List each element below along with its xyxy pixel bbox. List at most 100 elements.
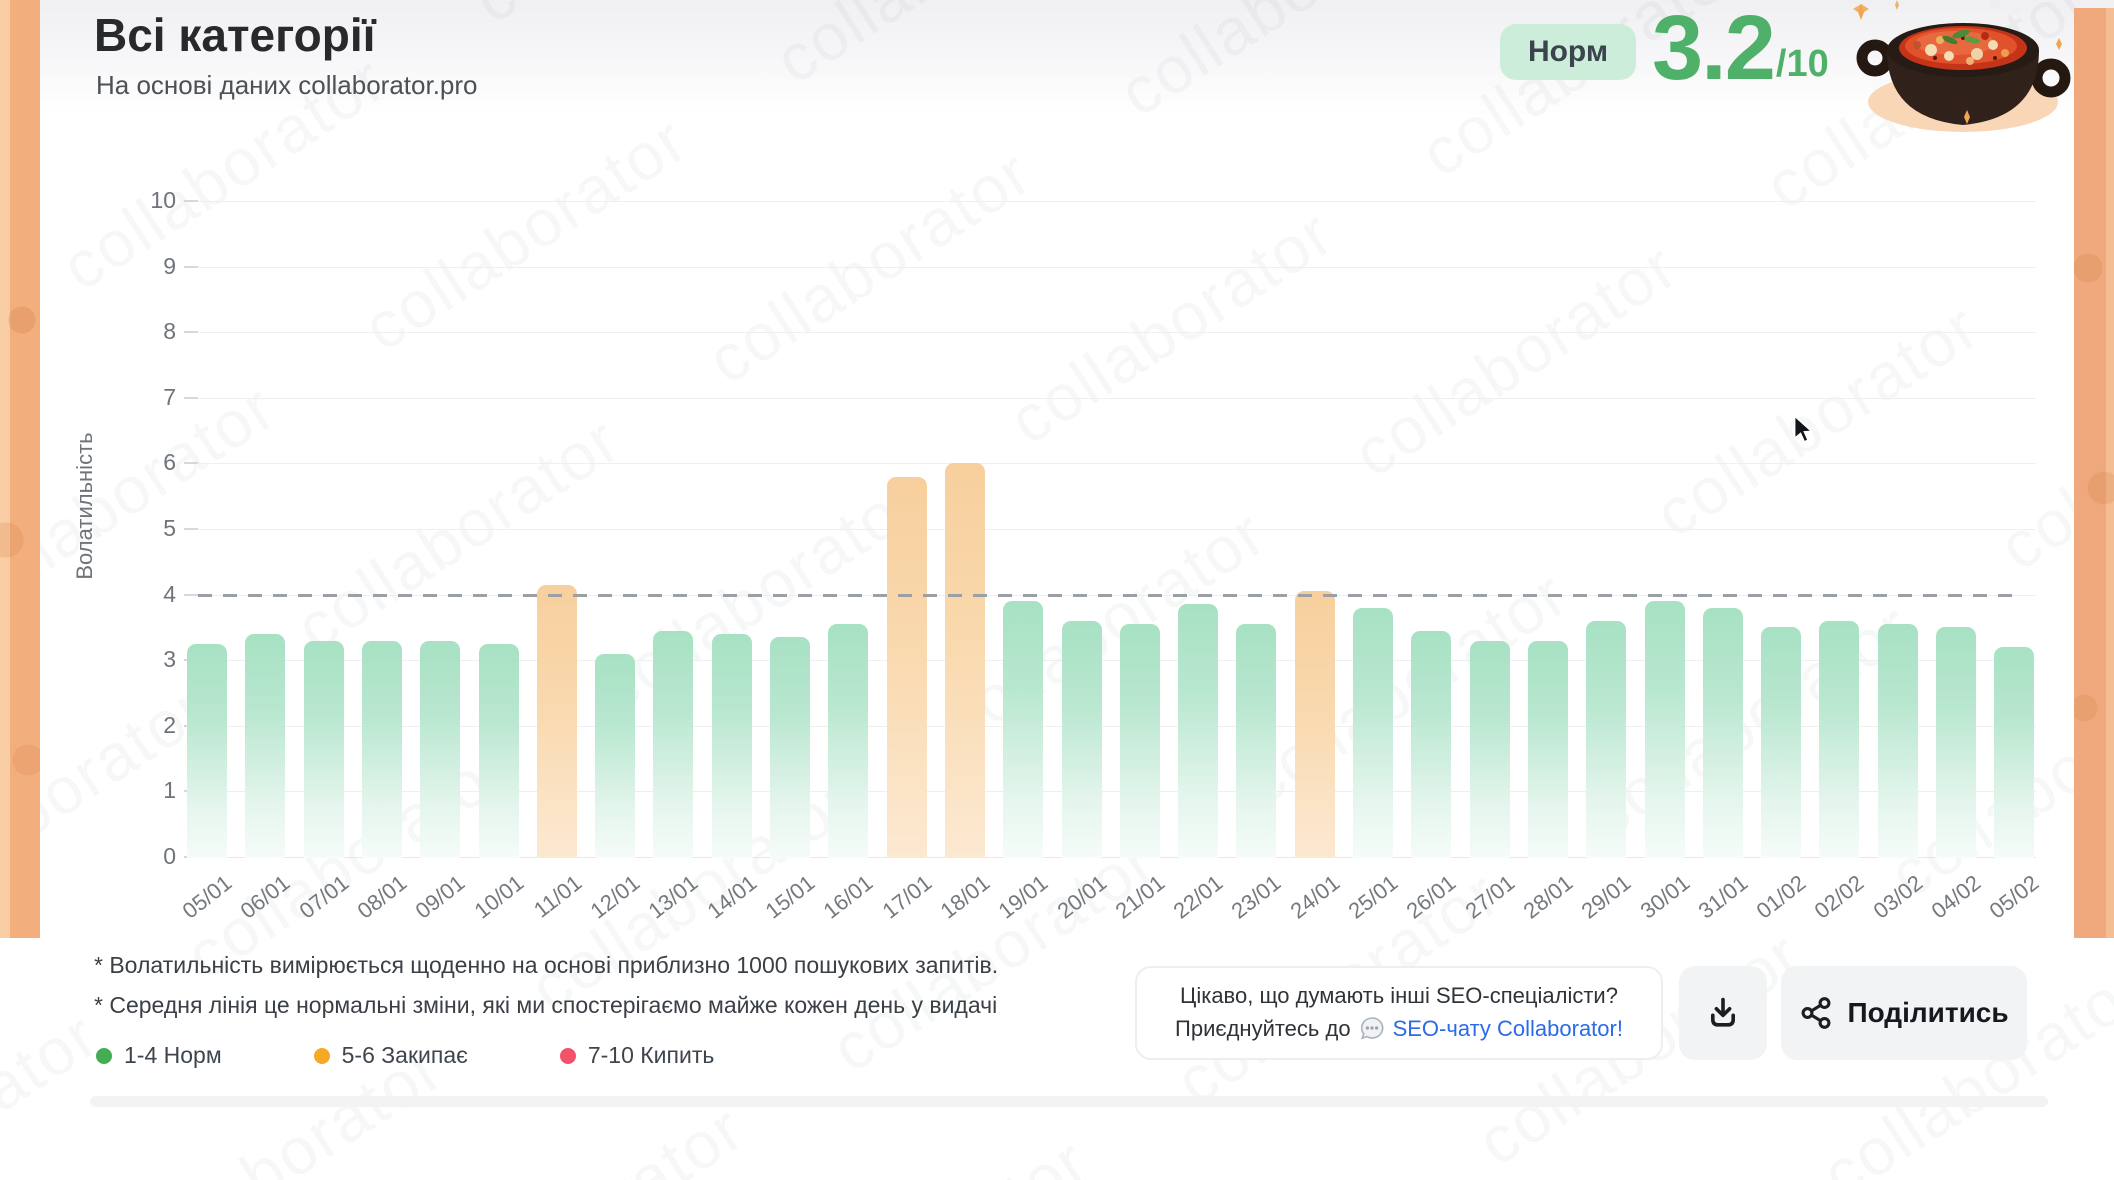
score-value: 3.2: [1652, 2, 1774, 94]
cta-line-2-prefix: Приєднуйтесь до: [1175, 1016, 1351, 1042]
bar-30/01[interactable]: [1645, 601, 1685, 858]
y-axis-label-4: 4: [114, 581, 176, 608]
x-axis-label-18/01: 18/01: [936, 870, 995, 924]
bar-04/02[interactable]: [1936, 627, 1976, 858]
bar-09/01[interactable]: [420, 641, 460, 858]
y-axis-label-7: 7: [114, 384, 176, 411]
chart-legend: 1-4 Норм 5-6 Закипає 7-10 Кипить: [96, 1042, 714, 1069]
bar-02/02[interactable]: [1819, 621, 1859, 858]
gridline-y-7: [198, 398, 2036, 399]
bar-19/01[interactable]: [1003, 601, 1043, 858]
y-tick-8: [184, 331, 198, 333]
footnote-1: * Волатильність вимірюється щоденно на о…: [94, 952, 998, 979]
legend-dot-0: [96, 1048, 112, 1064]
x-axis-label-21/01: 21/01: [1110, 870, 1169, 924]
legend-dot-2: [560, 1048, 576, 1064]
bar-11/01[interactable]: [537, 585, 577, 858]
y-axis-label-6: 6: [114, 449, 176, 476]
volatility-score: 3.2 /10: [1652, 2, 1829, 94]
bar-12/01[interactable]: [595, 654, 635, 858]
y-tick-6: [184, 462, 198, 464]
x-axis-label-15/01: 15/01: [761, 870, 820, 924]
status-badge: Норм: [1500, 24, 1636, 80]
legend-item-1: 5-6 Закипає: [314, 1042, 468, 1069]
bar-22/01[interactable]: [1178, 604, 1218, 858]
gridline-y-5: [198, 529, 2036, 530]
legend-label-1: 5-6 Закипає: [342, 1042, 468, 1069]
y-axis-label-10: 10: [114, 187, 176, 214]
x-axis-label-12/01: 12/01: [586, 870, 645, 924]
x-axis-label-05/02: 05/02: [1985, 870, 2044, 924]
bar-27/01[interactable]: [1470, 641, 1510, 858]
y-tick-4: [184, 594, 198, 596]
gridline-y-9: [198, 267, 2036, 268]
x-axis-label-25/01: 25/01: [1344, 870, 1403, 924]
y-axis-title: Волатильність: [72, 406, 100, 606]
x-axis-label-14/01: 14/01: [702, 870, 761, 924]
gridline-y-8: [198, 332, 2036, 333]
x-axis-label-08/01: 08/01: [353, 870, 412, 924]
seo-chat-link[interactable]: SEO-чату Collaborator!: [1393, 1016, 1623, 1042]
x-axis-label-01/02: 01/02: [1752, 870, 1811, 924]
y-axis-label-0: 0: [114, 843, 176, 870]
score-denominator: /10: [1776, 43, 1829, 94]
bar-03/02[interactable]: [1878, 624, 1918, 858]
x-axis-label-28/01: 28/01: [1519, 870, 1578, 924]
speech-bubble-icon: [1358, 1015, 1386, 1043]
x-axis-label-26/01: 26/01: [1402, 870, 1461, 924]
y-tick-10: [184, 200, 198, 202]
bar-07/01[interactable]: [304, 641, 344, 858]
y-axis-label-9: 9: [114, 253, 176, 280]
bar-01/02[interactable]: [1761, 627, 1801, 858]
x-axis-label-24/01: 24/01: [1285, 870, 1344, 924]
bar-05/01[interactable]: [187, 644, 227, 858]
share-button-label: Поділитись: [1847, 997, 2008, 1029]
bar-08/01[interactable]: [362, 641, 402, 858]
bar-29/01[interactable]: [1586, 621, 1626, 858]
bar-15/01[interactable]: [770, 637, 810, 858]
bar-14/01[interactable]: [712, 634, 752, 858]
bar-06/01[interactable]: [245, 634, 285, 858]
gridline-y-10: [198, 201, 2036, 202]
cta-line-2: Приєднуйтесь до SEO-чату Collaborator!: [1175, 1015, 1623, 1043]
bar-21/01[interactable]: [1120, 624, 1160, 858]
legend-dot-1: [314, 1048, 330, 1064]
x-axis-label-09/01: 09/01: [411, 870, 470, 924]
x-axis-label-31/01: 31/01: [1693, 870, 1752, 924]
bar-10/01[interactable]: [479, 644, 519, 858]
bar-18/01[interactable]: [945, 463, 985, 858]
download-icon: [1705, 995, 1741, 1031]
bar-26/01[interactable]: [1411, 631, 1451, 858]
bar-28/01[interactable]: [1528, 641, 1568, 858]
x-axis-label-17/01: 17/01: [877, 870, 936, 924]
x-axis-label-02/02: 02/02: [1810, 870, 1869, 924]
bar-31/01[interactable]: [1703, 608, 1743, 858]
share-nodes-icon: [1799, 996, 1833, 1030]
bar-16/01[interactable]: [828, 624, 868, 858]
y-axis-label-2: 2: [114, 712, 176, 739]
legend-item-0: 1-4 Норм: [96, 1042, 222, 1069]
y-axis-label-5: 5: [114, 515, 176, 542]
share-button[interactable]: Поділитись: [1781, 966, 2027, 1060]
footnote-2: * Середня лінія це нормальні зміни, які …: [94, 992, 997, 1019]
bar-05/02[interactable]: [1994, 647, 2034, 858]
bar-13/01[interactable]: [653, 631, 693, 858]
download-button[interactable]: [1679, 966, 1767, 1060]
bar-20/01[interactable]: [1062, 621, 1102, 858]
threshold-dashed-line: [198, 594, 2016, 597]
legend-label-2: 7-10 Кипить: [588, 1042, 715, 1069]
x-axis-label-06/01: 06/01: [236, 870, 295, 924]
cta-line-1: Цікаво, що думають інші SEO-спеціалісти?: [1180, 983, 1618, 1009]
bar-24/01[interactable]: [1295, 591, 1335, 858]
legend-label-0: 1-4 Норм: [124, 1042, 222, 1069]
y-tick-9: [184, 266, 198, 268]
page-subtitle: На основі даних collaborator.pro: [96, 70, 478, 101]
y-axis-label-3: 3: [114, 646, 176, 673]
mouse-cursor: [1790, 415, 1816, 443]
bar-17/01[interactable]: [887, 477, 927, 858]
volatility-report-page: collaborator collaborator collaborator c…: [0, 0, 2114, 1180]
x-axis-label-07/01: 07/01: [294, 870, 353, 924]
bar-25/01[interactable]: [1353, 608, 1393, 858]
x-axis-label-04/02: 04/02: [1927, 870, 1986, 924]
bar-23/01[interactable]: [1236, 624, 1276, 858]
